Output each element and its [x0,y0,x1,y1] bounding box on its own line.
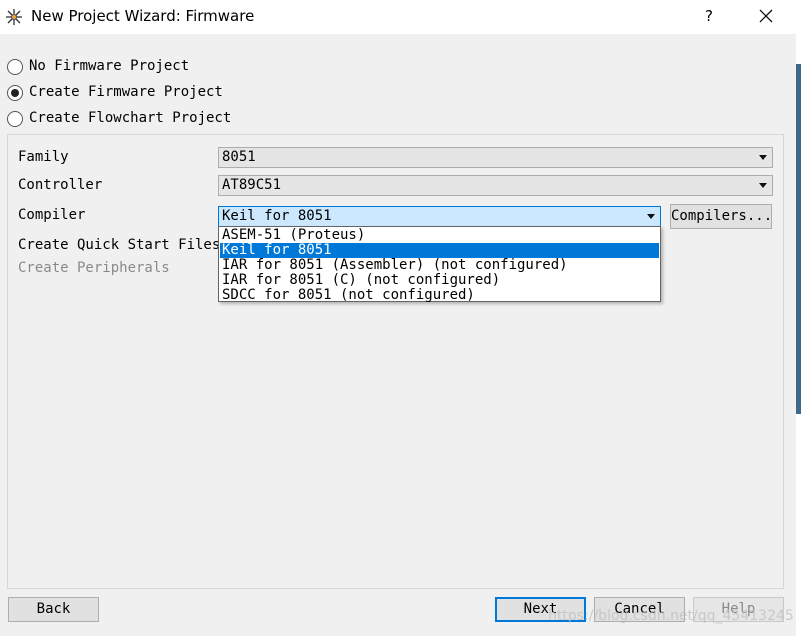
radio-label: Create Flowchart Project [29,110,232,126]
window-title: New Project Wizard: Firmware [31,7,255,25]
quick-start-label: Create Quick Start Files [18,237,221,253]
compilers-button[interactable]: Compilers... [670,204,772,229]
watermark: https://blog.csdn.net/qq_45413245 [548,608,794,624]
back-button[interactable]: Back [8,597,99,622]
controller-value: AT89C51 [222,177,282,193]
compiler-option[interactable]: IAR for 8051 (C) (not configured) [220,273,659,288]
compiler-select[interactable]: Keil for 8051 [218,206,661,227]
title-help-button[interactable]: ? [698,5,720,27]
background-window-edge [796,34,801,636]
compiler-option-selected[interactable]: Keil for 8051 [220,243,659,258]
family-select[interactable]: 8051 [218,147,773,168]
family-value: 8051 [222,149,256,165]
radio-button[interactable] [7,111,23,127]
radio-button[interactable] [7,85,23,101]
close-icon[interactable] [755,5,777,27]
chevron-down-icon [759,183,767,188]
firmware-settings-panel [7,134,784,589]
radio-label: Create Firmware Project [29,84,223,100]
chevron-down-icon [647,214,655,219]
compiler-option[interactable]: ASEM-51 (Proteus) [220,228,659,243]
chevron-down-icon [759,155,767,160]
peripherals-label: Create Peripherals [18,260,170,276]
compiler-dropdown-list: ASEM-51 (Proteus) Keil for 8051 IAR for … [218,226,661,303]
compiler-value: Keil for 8051 [222,208,332,224]
title-bar: New Project Wizard: Firmware ? [0,0,801,34]
compiler-option[interactable]: SDCC for 8051 (not configured) [220,288,659,303]
radio-button[interactable] [7,59,23,75]
controller-label: Controller [18,177,103,193]
proteus-app-icon [6,9,22,25]
compiler-option[interactable]: IAR for 8051 (Assembler) (not configured… [220,258,659,273]
radio-label: No Firmware Project [29,58,190,74]
controller-select[interactable]: AT89C51 [218,175,773,196]
compiler-label: Compiler [18,207,86,223]
family-label: Family [18,149,69,165]
